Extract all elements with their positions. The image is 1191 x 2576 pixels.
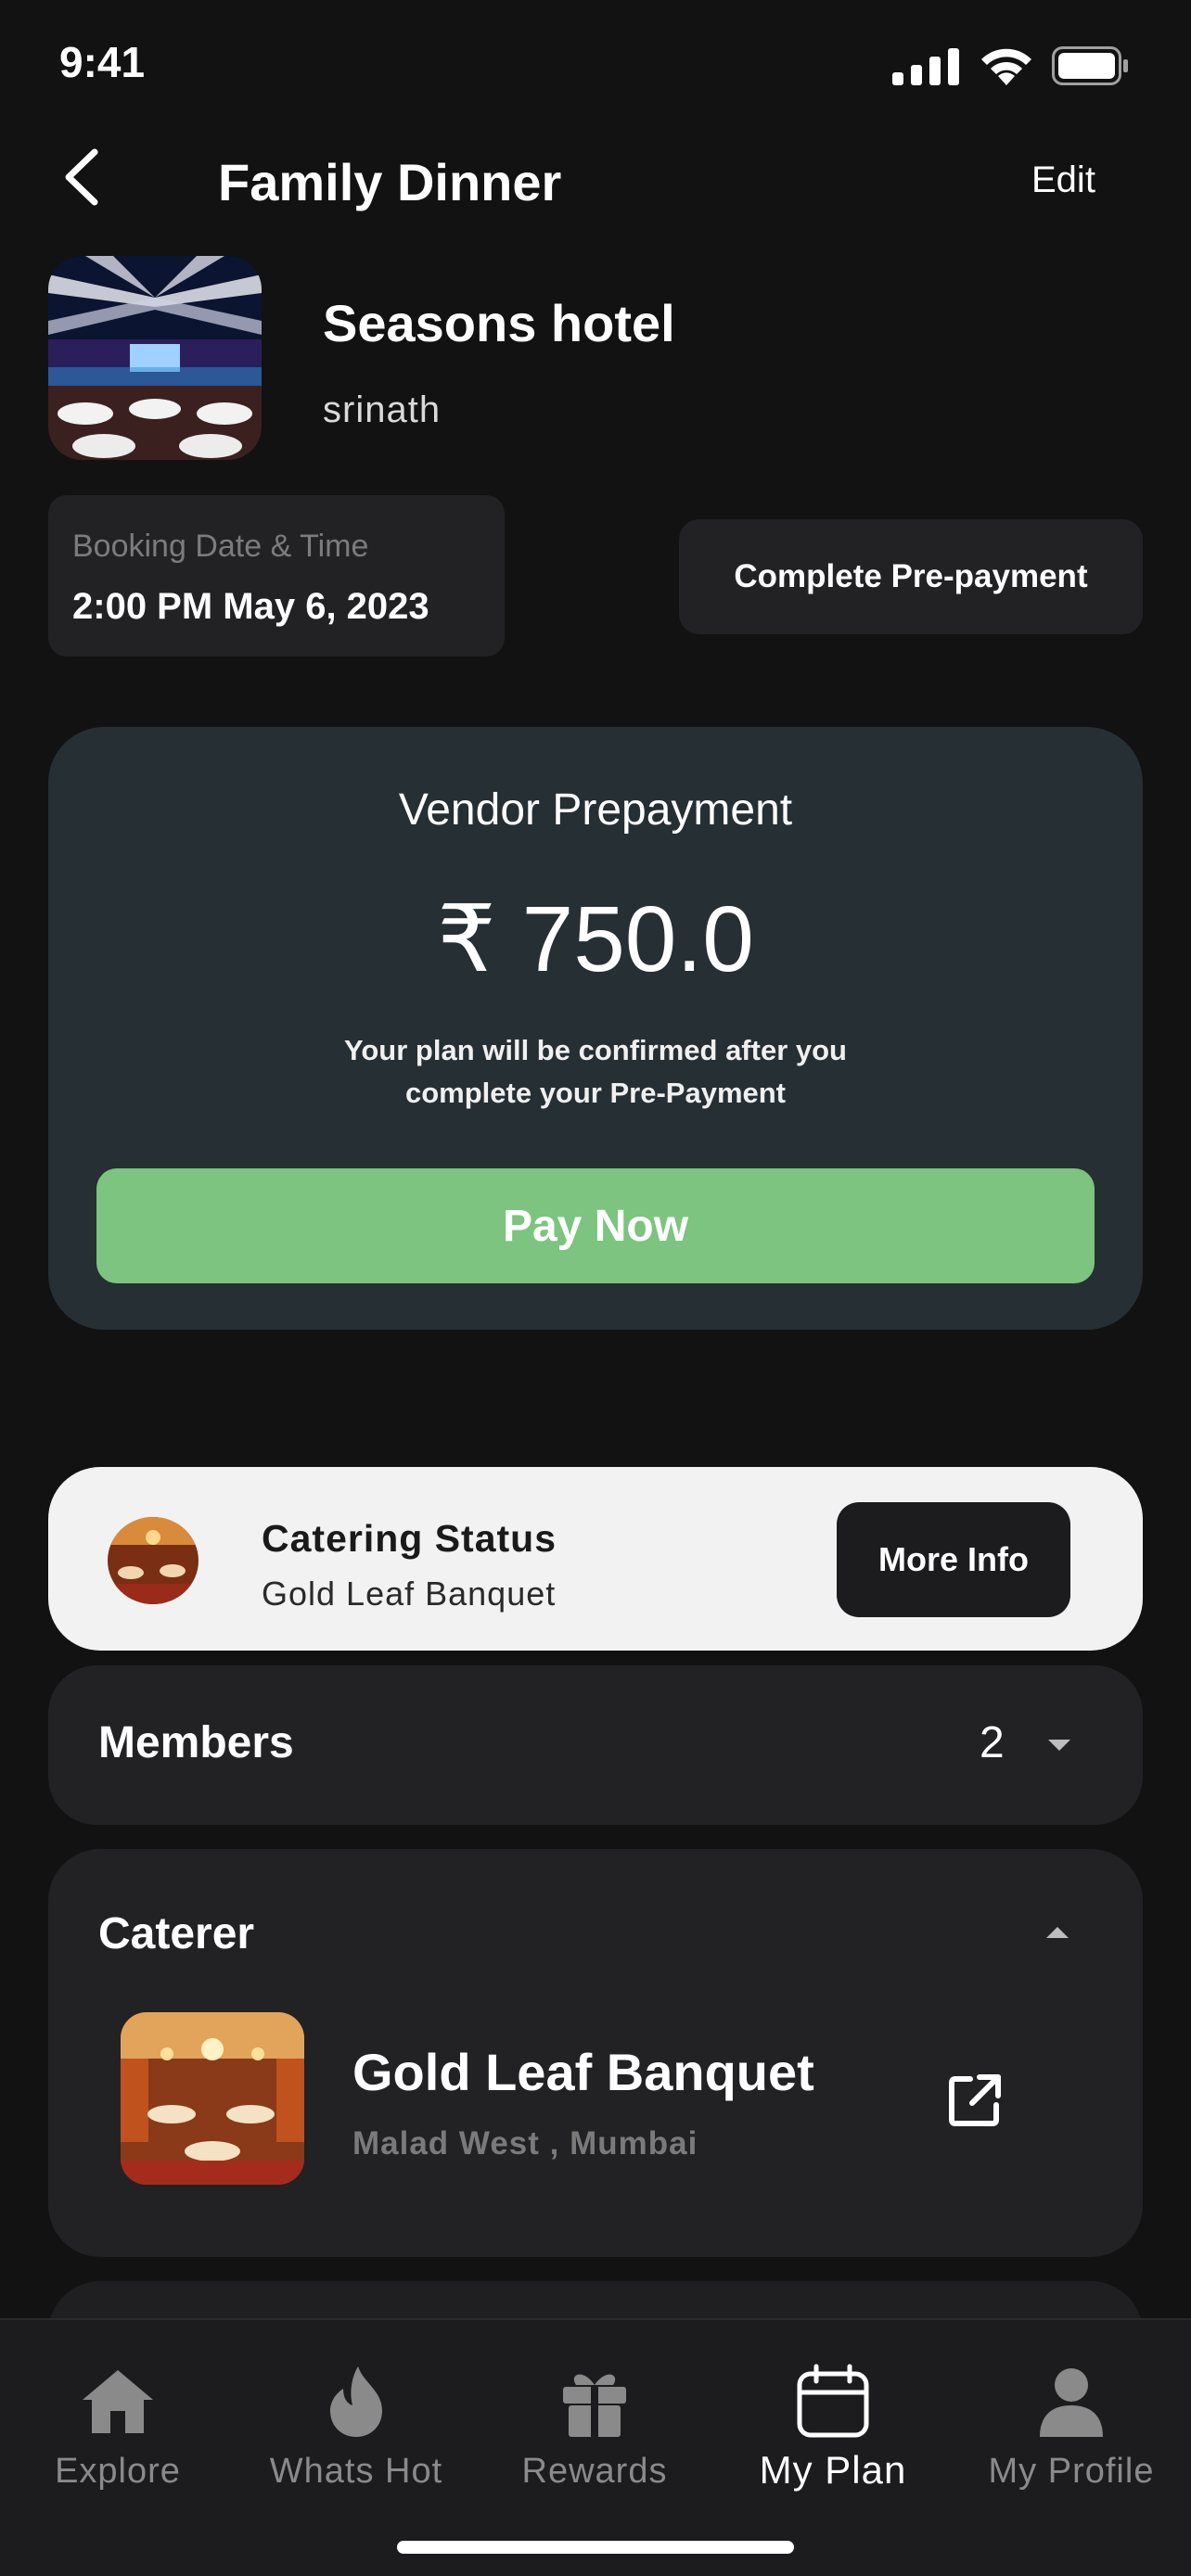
home-icon [83, 2370, 153, 2433]
pay-now-button[interactable]: Pay Now [96, 1168, 1095, 1283]
tab-rewards[interactable]: Rewards [483, 2363, 706, 2502]
external-link-icon[interactable] [946, 2072, 1004, 2129]
catering-status-subtitle: Gold Leaf Banquet [262, 1575, 557, 1613]
booking-date-box: Booking Date & Time 2:00 PM May 6, 2023 [48, 495, 505, 657]
catering-status-card: Catering Status Gold Leaf Banquet More I… [48, 1467, 1143, 1651]
more-info-button[interactable]: More Info [837, 1502, 1070, 1617]
bottom-tab-bar: Explore Whats Hot Rewards My Plan My Pro… [0, 2318, 1191, 2576]
tab-whats-hot[interactable]: Whats Hot [245, 2363, 467, 2502]
booking-value: 2:00 PM May 6, 2023 [72, 586, 429, 627]
tab-label: Whats Hot [269, 2452, 443, 2491]
catering-thumbnail [108, 1517, 198, 1604]
caterer-location: Malad West , Mumbai [352, 2125, 698, 2162]
caterer-section: Caterer Gold Leaf Banquet Malad West , M… [48, 1849, 1143, 2257]
caret-up-icon[interactable] [1044, 1923, 1070, 1942]
venue-owner: srinath [323, 389, 442, 430]
tab-label: My Profile [988, 2452, 1155, 2491]
battery-icon [1052, 46, 1128, 85]
back-arrow-icon[interactable] [58, 147, 106, 208]
vendor-prepayment-card: Vendor Prepayment ₹ 750.0 Your plan will… [48, 727, 1143, 1330]
edit-button[interactable]: Edit [1031, 159, 1095, 201]
wifi-icon [981, 48, 1031, 85]
tab-my-profile[interactable]: My Profile [960, 2363, 1183, 2502]
venue-image [48, 256, 262, 460]
calendar-icon [797, 2364, 869, 2438]
page-title: Family Dinner [218, 153, 562, 211]
tab-label: Rewards [521, 2452, 668, 2491]
tab-my-plan[interactable]: My Plan [722, 2363, 944, 2502]
tab-explore[interactable]: Explore [6, 2363, 229, 2502]
profile-icon [1040, 2368, 1103, 2437]
members-label: Members [98, 1718, 294, 1767]
caret-down-icon[interactable] [1046, 1736, 1072, 1754]
tab-label: Explore [55, 2452, 181, 2491]
gift-icon [563, 2374, 626, 2437]
status-time: 9:41 [59, 38, 146, 86]
home-indicator [397, 2541, 794, 2554]
caterer-image [121, 2012, 304, 2185]
members-row[interactable]: Members 2 [48, 1665, 1143, 1825]
booking-label: Booking Date & Time [72, 529, 369, 564]
catering-status-title: Catering Status [262, 1517, 557, 1560]
caterer-name: Gold Leaf Banquet [352, 2043, 814, 2101]
caterer-label: Caterer [98, 1909, 255, 1958]
flame-icon [330, 2366, 382, 2437]
prepayment-note: Your plan will be confirmed after you co… [187, 1029, 1004, 1115]
prepayment-note-line-2: complete your Pre-Payment [404, 1077, 787, 1109]
prepayment-amount: ₹ 750.0 [437, 887, 754, 991]
complete-prepayment-button[interactable]: Complete Pre-payment [679, 519, 1143, 634]
members-count: 2 [980, 1718, 1005, 1767]
vendor-prepayment-title: Vendor Prepayment [398, 785, 793, 835]
signal-icon [892, 48, 959, 85]
venue-name: Seasons hotel [323, 294, 675, 352]
prepayment-note-line-1: Your plan will be confirmed after you [343, 1034, 847, 1066]
tab-label: My Plan [759, 2448, 907, 2492]
